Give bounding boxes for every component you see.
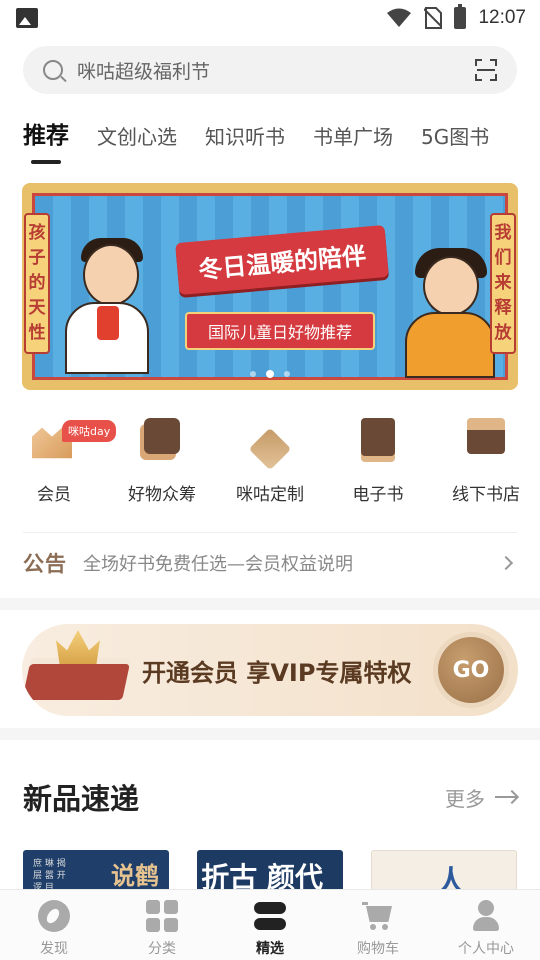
- tab-label: 个人中心: [458, 941, 514, 957]
- scan-icon[interactable]: [475, 59, 497, 81]
- image-notification-icon: [16, 8, 38, 28]
- quick-link-member[interactable]: 咪咕day 会员: [0, 408, 117, 505]
- boy-illustration: [83, 244, 139, 306]
- tab-booklists[interactable]: 书单广场: [313, 121, 393, 154]
- section-title: 新品速递: [23, 782, 140, 816]
- carousel-dot-active[interactable]: [266, 370, 274, 378]
- banner-right-slogan: 我们来释放: [490, 213, 516, 354]
- quick-link-label: 好物众筹: [128, 485, 196, 505]
- top-tabs: 推荐 文创心选 知识听书 书单广场 5G图书: [23, 116, 517, 164]
- quick-link-store[interactable]: 线下书店: [432, 408, 540, 505]
- tab-recommend[interactable]: 推荐: [23, 116, 69, 164]
- arrow-right-icon: [495, 796, 517, 798]
- quick-links: 咪咕day 会员 好物众筹 咪咕定制 电子书 线下书店: [0, 408, 540, 505]
- carousel-indicator: [22, 370, 518, 378]
- vip-go-button[interactable]: GO: [438, 637, 504, 703]
- announcement-tag: 公告: [23, 551, 67, 576]
- crown-icon: [56, 630, 100, 664]
- tab-featured[interactable]: 精选: [216, 890, 324, 960]
- clock: 12:07: [478, 7, 526, 28]
- banner-title: 冬日温暖的陪伴: [175, 224, 389, 296]
- tab-discover[interactable]: 发现: [0, 890, 108, 960]
- chevron-right-icon: [498, 555, 514, 570]
- wifi-icon: [387, 8, 412, 27]
- banner-left-slogan: 孩子的天性: [24, 213, 50, 354]
- vip-banner[interactable]: 开通会员 享VIP专属特权 GO: [22, 624, 518, 716]
- battery-icon: [454, 4, 467, 29]
- more-link[interactable]: 更多: [445, 783, 517, 812]
- category-icon: [146, 900, 178, 932]
- search-icon: [43, 60, 63, 80]
- tab-audiobooks[interactable]: 知识听书: [205, 121, 285, 154]
- discover-icon: [38, 900, 70, 932]
- quick-link-custom[interactable]: 咪咕定制: [216, 408, 324, 505]
- search-bar[interactable]: 咪咕超级福利节: [23, 46, 517, 94]
- tab-category[interactable]: 分类: [108, 890, 216, 960]
- cart-icon: [362, 900, 394, 932]
- quick-link-label: 咪咕定制: [236, 485, 304, 505]
- book-cover-title: 说鹤: [111, 862, 159, 890]
- tab-5g-books[interactable]: 5G图书: [421, 121, 489, 154]
- event-badge: 咪咕day: [62, 420, 117, 442]
- quick-link-label: 会员: [37, 485, 71, 505]
- quick-link-crowdfunding[interactable]: 好物众筹: [108, 408, 216, 505]
- section-divider: [0, 598, 540, 610]
- carousel-dot[interactable]: [250, 371, 256, 377]
- tab-profile[interactable]: 个人中心: [432, 890, 540, 960]
- custom-pen-icon: [248, 427, 292, 471]
- banner-subtitle: 国际儿童日好物推荐: [185, 312, 375, 350]
- announcement-text: 全场好书免费任选—会员权益说明: [83, 553, 353, 575]
- bottom-tab-bar: 发现 分类 精选 购物车 个人中心: [0, 889, 540, 960]
- new-arrivals-header: 新品速递 更多: [23, 776, 517, 818]
- user-icon: [470, 900, 502, 932]
- girl-illustration: [423, 256, 479, 316]
- ebook-icon: [361, 418, 395, 456]
- tab-label: 分类: [148, 941, 176, 957]
- search-placeholder[interactable]: 咪咕超级福利节: [77, 57, 475, 84]
- tab-cultural-picks[interactable]: 文创心选: [97, 121, 177, 154]
- tab-label: 精选: [256, 941, 284, 957]
- store-icon: [467, 418, 505, 454]
- status-bar: 12:07: [0, 0, 540, 36]
- quick-link-label: 线下书店: [452, 485, 520, 505]
- section-divider: [0, 728, 540, 740]
- carousel-dot[interactable]: [284, 371, 290, 377]
- no-sim-icon: [424, 7, 443, 29]
- vip-banner-text: 开通会员 享VIP专属特权: [142, 658, 412, 687]
- tab-label: 购物车: [357, 941, 399, 957]
- quick-link-ebook[interactable]: 电子书: [324, 408, 432, 505]
- tab-cart[interactable]: 购物车: [324, 890, 432, 960]
- more-label: 更多: [445, 786, 485, 811]
- featured-icon: [254, 900, 286, 932]
- tab-label: 发现: [40, 941, 68, 957]
- book-illustration: [22, 664, 130, 700]
- announcement-bar[interactable]: 公告 全场好书免费任选—会员权益说明: [23, 532, 517, 592]
- quick-link-label: 电子书: [352, 485, 404, 505]
- crowdfunding-icon: [144, 418, 180, 454]
- promo-banner[interactable]: 冬日温暖的陪伴 国际儿童日好物推荐 孩子的天性 我们来释放: [22, 183, 518, 390]
